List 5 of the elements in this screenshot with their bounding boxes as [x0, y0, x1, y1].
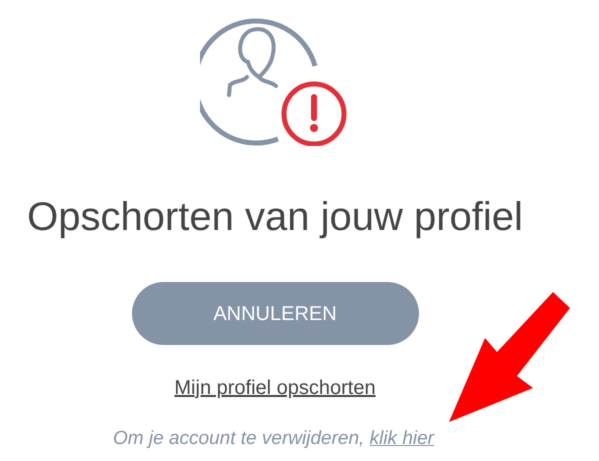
- click-here-link[interactable]: klik hier: [370, 428, 434, 449]
- cancel-button[interactable]: ANNULEREN: [132, 282, 418, 345]
- page-title: Opschorten van jouw profiel: [27, 194, 523, 241]
- delete-account-note: Om je account te verwijderen, klik hier: [112, 427, 434, 451]
- suspend-profile-link[interactable]: Mijn profiel opschorten: [174, 373, 376, 403]
